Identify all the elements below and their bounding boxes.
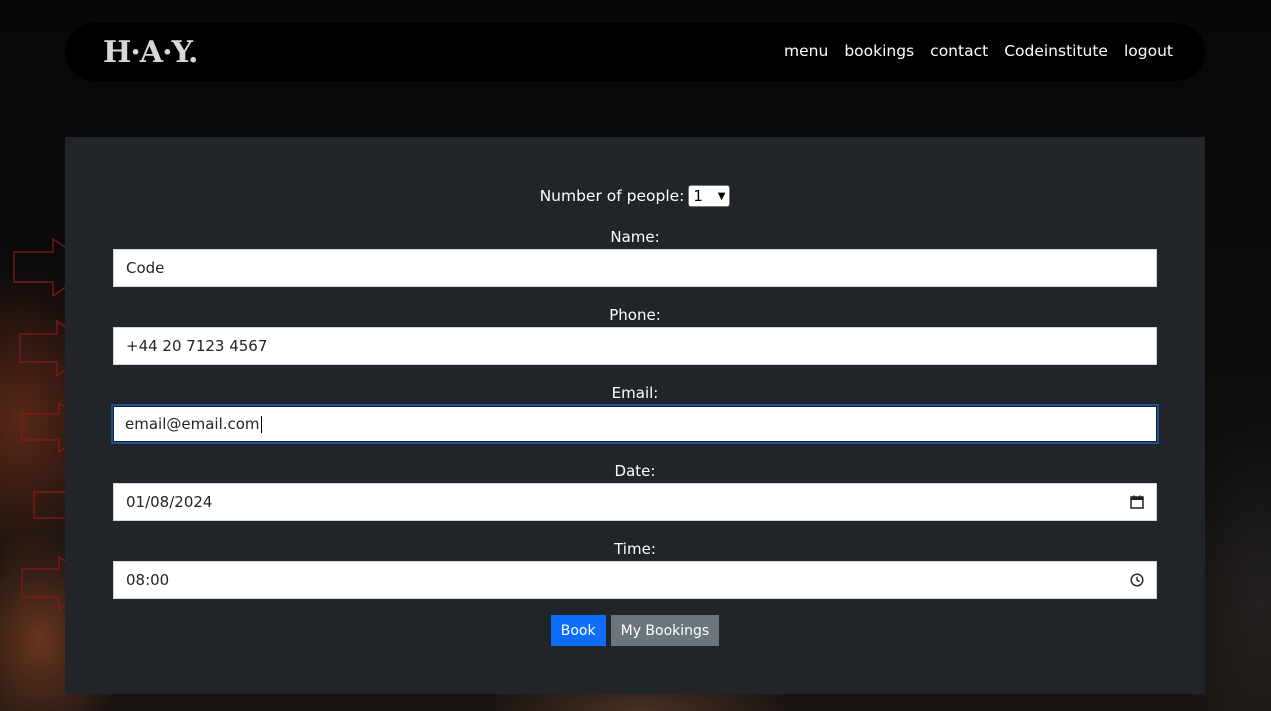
book-button[interactable]: Book xyxy=(550,615,606,646)
text-caret xyxy=(260,415,262,433)
nav-link-bookings[interactable]: bookings xyxy=(844,42,914,60)
phone-field[interactable]: +44 20 7123 4567 xyxy=(113,327,1157,365)
nav-link-menu[interactable]: menu xyxy=(784,42,828,60)
email-label: Email: xyxy=(611,384,659,402)
time-field-value: 08:00 xyxy=(126,571,170,589)
nav-link-codeinstitute[interactable]: Codeinstitute xyxy=(1004,42,1108,60)
nav-link-contact[interactable]: contact xyxy=(930,42,988,60)
booking-form-panel: Number of people: 1 ▼ Name: Code Phone: … xyxy=(65,137,1205,694)
time-field[interactable]: 08:00 xyxy=(113,561,1157,599)
date-field-value: 01/08/2024 xyxy=(126,493,213,511)
form-buttons: Book My Bookings xyxy=(65,615,1205,646)
email-field-value: email@email.com xyxy=(125,415,260,433)
calendar-icon[interactable] xyxy=(1130,495,1144,509)
chevron-down-icon: ▼ xyxy=(717,190,726,202)
people-row: Number of people: 1 ▼ xyxy=(65,185,1205,207)
name-field[interactable]: Code xyxy=(113,249,1157,287)
email-field[interactable]: email@email.com xyxy=(111,404,1159,444)
name-field-value: Code xyxy=(126,259,165,277)
phone-label: Phone: xyxy=(609,306,661,324)
people-select[interactable]: 1 ▼ xyxy=(688,185,731,207)
date-field[interactable]: 01/08/2024 xyxy=(113,483,1157,521)
phone-field-value: +44 20 7123 4567 xyxy=(126,337,268,355)
nav-links: menu bookings contact Codeinstitute logo… xyxy=(784,42,1173,60)
time-label: Time: xyxy=(614,540,656,558)
navbar: H·A·Y. menu bookings contact Codeinstitu… xyxy=(65,23,1205,81)
people-label: Number of people: xyxy=(539,187,685,205)
people-select-value: 1 xyxy=(693,187,703,205)
my-bookings-button[interactable]: My Bookings xyxy=(610,615,720,646)
clock-icon[interactable] xyxy=(1130,573,1144,587)
nav-link-logout[interactable]: logout xyxy=(1124,42,1173,60)
brand-logo[interactable]: H·A·Y. xyxy=(103,35,199,70)
name-label: Name: xyxy=(610,228,660,246)
date-label: Date: xyxy=(614,462,656,480)
